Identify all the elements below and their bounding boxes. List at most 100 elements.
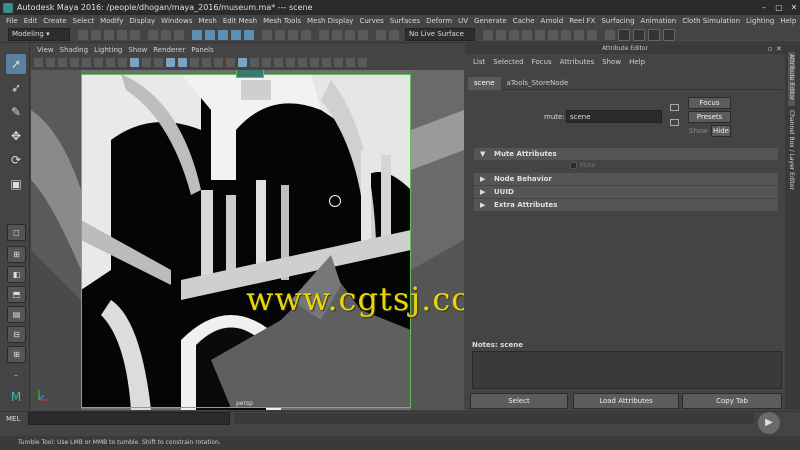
side-tab-channel-box[interactable]: Channel Box / Layer Editor xyxy=(788,110,795,190)
close-button[interactable]: ✕ xyxy=(788,2,800,13)
select-hierarchy-icon[interactable] xyxy=(148,29,158,40)
viewport-menu-renderer[interactable]: Renderer xyxy=(153,46,185,54)
film-gate-icon[interactable] xyxy=(94,58,103,67)
wireframe-on-shaded-icon[interactable] xyxy=(190,58,199,67)
minimize-button[interactable]: – xyxy=(758,2,770,13)
menu-surfaces[interactable]: Surfaces xyxy=(390,17,420,25)
render-frame-icon[interactable] xyxy=(319,29,329,40)
hypershade-layout-icon[interactable]: ▤ xyxy=(7,306,26,323)
menu-curves[interactable]: Curves xyxy=(359,17,383,25)
menu-select[interactable]: Select xyxy=(73,17,95,25)
collapse-toolbox-icon[interactable]: – xyxy=(6,366,26,386)
scale-tool-icon[interactable]: ▣ xyxy=(6,174,26,194)
focus-input-icon[interactable] xyxy=(670,104,679,111)
hypershade-icon[interactable] xyxy=(358,29,368,40)
maximize-button[interactable]: ▢ xyxy=(773,2,785,13)
menu-generate[interactable]: Generate xyxy=(474,17,507,25)
menu-lighting[interactable]: Lighting xyxy=(746,17,774,25)
menu-cloth-simulation[interactable]: Cloth Simulation xyxy=(682,17,740,25)
viewport-menu-panels[interactable]: Panels xyxy=(191,46,214,54)
gamma-icon[interactable] xyxy=(346,58,355,67)
menu-display[interactable]: Display xyxy=(129,17,155,25)
tab-scene[interactable]: scene xyxy=(468,76,501,90)
menu-arnold[interactable]: Arnold xyxy=(541,17,564,25)
input-ops-icon[interactable] xyxy=(275,29,285,40)
select-camera-icon[interactable] xyxy=(34,58,43,67)
rotate-tool-icon[interactable]: ⟳ xyxy=(6,150,26,170)
copy-tab-button[interactable]: Copy Tab xyxy=(682,393,782,409)
select-tool-icon[interactable]: ➚ xyxy=(6,54,26,74)
ae-close-icon[interactable]: ✕ xyxy=(776,45,782,53)
undo-icon[interactable] xyxy=(117,29,127,40)
show-hypershade-panel-icon[interactable] xyxy=(663,28,675,41)
tweak-icon[interactable] xyxy=(548,29,558,40)
show-channel-box-icon[interactable] xyxy=(633,28,645,41)
menu-reel-fx[interactable]: Reel FX xyxy=(569,17,595,25)
image-plane-icon[interactable] xyxy=(70,58,79,67)
menu-uv[interactable]: UV xyxy=(458,17,468,25)
single-pane-layout-icon[interactable]: ◻ xyxy=(7,224,26,241)
ae-menu-help[interactable]: Help xyxy=(629,58,645,66)
camera-sequencer-icon[interactable] xyxy=(561,29,571,40)
tab-atools-storenode[interactable]: aTools_StoreNode xyxy=(501,77,575,90)
menu-edit-mesh[interactable]: Edit Mesh xyxy=(223,17,257,25)
menu-mesh-display[interactable]: Mesh Display xyxy=(307,17,353,25)
save-scene-icon[interactable] xyxy=(104,29,114,40)
menu-file[interactable]: File xyxy=(6,17,18,25)
viewport-menu-lighting[interactable]: Lighting xyxy=(94,46,122,54)
field-chart-icon[interactable] xyxy=(130,58,139,67)
hide-button[interactable]: Hide xyxy=(711,125,731,137)
play-icon[interactable]: ▶ xyxy=(758,412,780,434)
ae-menu-selected[interactable]: Selected xyxy=(493,58,523,66)
menu-animation[interactable]: Animation xyxy=(641,17,677,25)
section-uuid[interactable]: ▶ UUID xyxy=(474,186,778,198)
render-settings-icon[interactable] xyxy=(345,29,355,40)
make-live-icon[interactable] xyxy=(244,29,254,40)
menu-cache[interactable]: Cache xyxy=(513,17,535,25)
select-object-icon[interactable] xyxy=(161,29,171,40)
mute-checkbox[interactable] xyxy=(570,162,577,169)
side-tab-attribute-editor[interactable]: Attribute Editor xyxy=(788,52,795,106)
lasso-tool-icon[interactable]: ➶ xyxy=(6,78,26,98)
focus-output-icon[interactable] xyxy=(670,119,679,126)
persp-graph-layout-icon[interactable]: ⬒ xyxy=(7,286,26,303)
section-extra-attributes[interactable]: ▶ Extra Attributes xyxy=(474,199,778,211)
grid-toggle-icon[interactable] xyxy=(82,58,91,67)
node-editor-icon[interactable] xyxy=(587,29,597,40)
construction-history-icon[interactable] xyxy=(301,29,311,40)
textured-icon[interactable] xyxy=(202,58,211,67)
resolution-gate-icon[interactable] xyxy=(106,58,115,67)
viewport-menu-shading[interactable]: Shading xyxy=(60,46,88,54)
menu-edit[interactable]: Edit xyxy=(24,17,38,25)
menu-modify[interactable]: Modify xyxy=(100,17,123,25)
four-pane-layout-icon[interactable]: ⊞ xyxy=(7,246,26,263)
menu-mesh[interactable]: Mesh xyxy=(198,17,216,25)
section-node-behavior[interactable]: ▶ Node Behavior xyxy=(474,173,778,185)
bookmark-icon[interactable] xyxy=(58,58,67,67)
paint-select-icon[interactable] xyxy=(535,29,545,40)
menu-deform[interactable]: Deform xyxy=(426,17,452,25)
command-input[interactable] xyxy=(28,412,231,425)
custom-layout-icon[interactable]: ⊞ xyxy=(7,346,26,363)
camera-attributes-icon[interactable] xyxy=(46,58,55,67)
color-management-icon[interactable] xyxy=(358,58,367,67)
anti-aliasing-icon[interactable] xyxy=(262,58,271,67)
smooth-shade-icon[interactable] xyxy=(178,58,187,67)
presets-button[interactable]: Presets xyxy=(688,111,731,123)
ipr-render-icon[interactable] xyxy=(332,29,342,40)
lasso-icon[interactable] xyxy=(522,29,532,40)
snap-point-icon[interactable] xyxy=(218,29,228,40)
gate-mask-icon[interactable] xyxy=(118,58,127,67)
depth-of-field-icon[interactable] xyxy=(274,58,283,67)
show-tool-settings-icon[interactable] xyxy=(618,28,630,41)
open-scene-icon[interactable] xyxy=(91,29,101,40)
motion-blur-icon[interactable] xyxy=(250,58,259,67)
ae-menu-list[interactable]: List xyxy=(473,58,485,66)
select-button[interactable]: Select xyxy=(470,393,568,409)
menuset-dropdown[interactable]: Modeling ▾ xyxy=(8,28,70,41)
wireframe-icon[interactable] xyxy=(166,58,175,67)
snap-curve-icon[interactable] xyxy=(205,29,215,40)
menu-surfacing[interactable]: Surfacing xyxy=(601,17,634,25)
camera-icon[interactable] xyxy=(389,29,399,40)
isolate-select-icon[interactable] xyxy=(286,58,295,67)
